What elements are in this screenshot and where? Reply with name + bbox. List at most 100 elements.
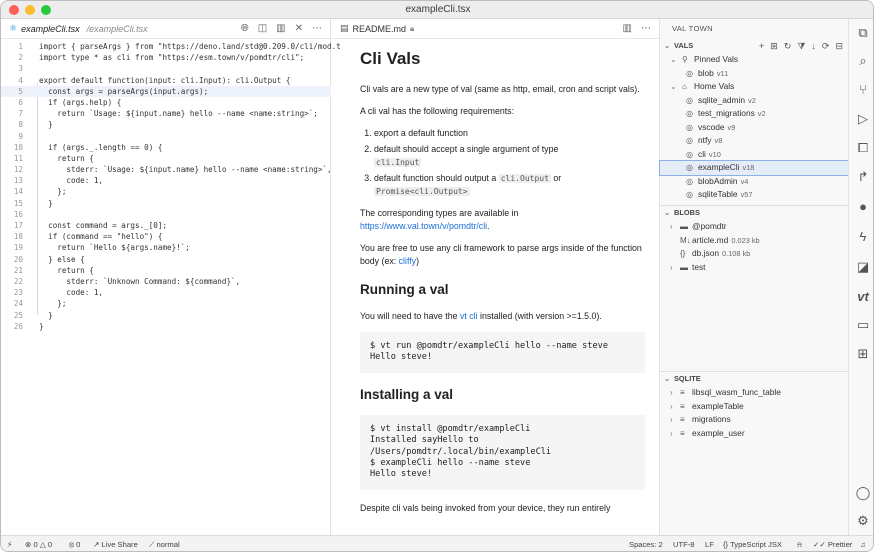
more-actions-icon[interactable]: ⋯ [641, 23, 651, 34]
tab-readme[interactable]: ▤ README.md 🔒︎ ▥ ⋯ [332, 19, 659, 39]
open-preview-icon[interactable]: ◫ [258, 23, 267, 34]
bell-icon[interactable]: ♫ [860, 540, 866, 549]
vt-cli-link[interactable]: vt cli [460, 311, 478, 321]
code-line[interactable]: 6 if (args.help) { [1, 97, 331, 108]
eol-status[interactable]: LF [705, 540, 714, 549]
table-item[interactable]: › ≡ libsql_wasm_func_table [660, 386, 849, 400]
code-line[interactable]: 7 return `Usage: ${input.name} hello --n… [1, 108, 331, 119]
live-share-icon[interactable]: ↱ [855, 169, 871, 185]
code-line[interactable]: 14 }; [1, 186, 331, 197]
code-line[interactable]: 17 const command = args._[0]; [1, 220, 331, 231]
vals-section-header[interactable]: ⌄ VALS + ⊞ ↻ ⧩ ↓ ⟳ ⊟ [660, 39, 849, 53]
close-icon[interactable]: ✕ [295, 23, 303, 34]
remote-icon[interactable]: ⚡︎ [7, 540, 12, 549]
check-icon: ✓✓ [813, 540, 826, 549]
github-icon[interactable]: ● [855, 199, 871, 215]
problems-indicator[interactable]: ⊗ 0 △ 0 [25, 540, 52, 549]
code-line[interactable]: 20 } else { [1, 254, 331, 265]
table-item[interactable]: › ≡ example_user [660, 427, 849, 441]
code-line[interactable]: 5 const args = parseArgs(input.args); [1, 85, 331, 97]
ports-indicator[interactable]: ⦻ 0 [69, 540, 80, 550]
val-item[interactable]: ◎ cli v10 [660, 148, 849, 162]
table-item[interactable]: › ≡ migrations [660, 413, 849, 427]
live-share-status[interactable]: ↗ Live Share [93, 540, 138, 549]
blob-item[interactable]: M↓ article.md 0.023 kb [660, 234, 849, 248]
val-town-icon[interactable]: vt [855, 289, 871, 305]
blob-item[interactable]: {} db.json 0.108 kb [660, 247, 849, 261]
vim-mode-status[interactable]: ⟋ normal [149, 540, 180, 550]
sqlite-section-header[interactable]: ⌄ SQLITE [660, 372, 849, 386]
val-item[interactable]: ◎ blobAdmin v4 [660, 175, 849, 189]
split-editor-icon[interactable]: ▥ [276, 23, 285, 34]
code-line[interactable]: 13 code: 1, [1, 175, 331, 186]
split-editor-icon[interactable]: ▥ [623, 23, 632, 34]
tab-examplecli[interactable]: ⚛ exampleCli.tsx /exampleCli.tsx [1, 23, 148, 34]
item-label: sqlite_admin v2 [698, 94, 756, 108]
line-text: if (args._.length == 0) { [39, 142, 163, 152]
val-item[interactable]: ◎ sqliteTable v57 [660, 188, 849, 202]
val-item[interactable]: ◎ exampleCli v18 [659, 160, 850, 176]
code-line[interactable]: 1 import { parseArgs } from "https://deno… [1, 41, 340, 52]
val-item[interactable]: ◎ ntfy v8 [660, 134, 849, 148]
globe-icon[interactable]: 🌐︎ [241, 23, 249, 34]
run-debug-icon[interactable]: ▷ [855, 111, 871, 127]
deno-icon[interactable]: ◪ [855, 259, 871, 275]
remote-explorer-icon[interactable]: ⧠ [855, 140, 871, 156]
notifications-icon[interactable]: ⍾ [797, 540, 802, 550]
refresh-icon[interactable]: ⟳ [822, 39, 830, 53]
code-editor[interactable]: ⚛ exampleCli.tsx /exampleCli.tsx 🌐︎ ◫ ▥ … [1, 19, 341, 535]
chat-icon[interactable]: ▭ [855, 317, 871, 333]
code-line[interactable]: 24 }; [1, 298, 331, 309]
more-actions-icon[interactable]: ⋯ [312, 23, 322, 34]
extensions-icon[interactable]: ⊞ [855, 346, 871, 362]
lightning-icon[interactable]: ϟ [855, 229, 871, 245]
val-item[interactable]: ◎ test_migrations v2 [660, 107, 849, 121]
filter-icon[interactable]: ⧩ [797, 39, 805, 53]
code-line[interactable]: 10 if (args._.length == 0) { [1, 142, 331, 153]
table-item[interactable]: › ≡ exampleTable [660, 400, 849, 414]
pinned-vals-group[interactable]: ⌄ ⚲ Pinned Vals [660, 53, 849, 67]
preview-icon: ▤ [340, 23, 349, 33]
code-line[interactable]: 25 } [1, 310, 331, 321]
val-item[interactable]: ◎ vscode v9 [660, 121, 849, 135]
code-line[interactable]: 22 stderr: `Unknown Command: ${command}`… [1, 276, 331, 287]
download-icon[interactable]: ↓ [811, 39, 816, 53]
code-line[interactable]: 9 [1, 131, 331, 142]
code-line[interactable]: 23 code: 1, [1, 287, 331, 298]
home-vals-group[interactable]: ⌄ ⌂ Home Vals [660, 80, 849, 94]
code-line[interactable]: 16 [1, 209, 331, 220]
collapse-all-icon[interactable]: ⊟ [835, 39, 843, 53]
explorer-icon[interactable]: ⧉ [855, 25, 871, 41]
refresh-icon[interactable]: ↻ [784, 39, 792, 53]
code-line[interactable]: 26} [1, 321, 331, 332]
blobs-section-header[interactable]: ⌄ BLOBS [660, 206, 849, 220]
prettier-status[interactable]: ✓✓ Prettier [813, 540, 852, 549]
code-line[interactable]: 15 } [1, 198, 331, 209]
code-line[interactable]: 18 if (command == "hello") { [1, 231, 331, 242]
code-line[interactable]: 21 return { [1, 265, 331, 276]
language-status[interactable]: {} TypeScript JSX [723, 540, 782, 549]
source-control-icon[interactable]: ⑂ [855, 82, 871, 98]
encoding-status[interactable]: UTF-8 [673, 540, 695, 549]
add-icon[interactable]: + [759, 39, 764, 53]
code-line[interactable]: 12 stderr: `Usage: ${input.name} hello -… [1, 164, 332, 175]
val-item[interactable]: ◎ blob v11 [660, 67, 849, 81]
code-line[interactable]: 3 [1, 63, 331, 74]
code-line[interactable]: 11 return { [1, 153, 331, 164]
item-label: example_user [692, 427, 745, 441]
cliffy-link[interactable]: cliffy [399, 256, 416, 266]
code-line[interactable]: 2 import type * as cli from "https://esm.… [1, 52, 331, 63]
search-icon[interactable]: ⌕ [855, 53, 871, 69]
code-line[interactable]: 4 export default function(input: cli.Inpu… [1, 75, 331, 86]
val-item[interactable]: ◎ sqlite_admin v2 [660, 94, 849, 108]
indentation-status[interactable]: Spaces: 2 [629, 540, 663, 549]
blob-item[interactable]: › ▬ @pomdtr [660, 220, 849, 234]
code-lines[interactable]: 1 import { parseArgs } from "https://deno… [1, 41, 341, 332]
blob-item[interactable]: › ▬ test [660, 261, 849, 275]
code-line[interactable]: 19 return `Hello ${args.name}!`; [1, 242, 331, 253]
cli-types-link[interactable]: https://www.val.town/v/pomdtr/cli [360, 221, 487, 231]
gear-icon[interactable]: ⚙ [855, 513, 871, 529]
new-file-icon[interactable]: ⊞ [770, 39, 778, 53]
account-icon[interactable]: ◯ [855, 485, 871, 501]
code-line[interactable]: 8 } [1, 119, 331, 130]
